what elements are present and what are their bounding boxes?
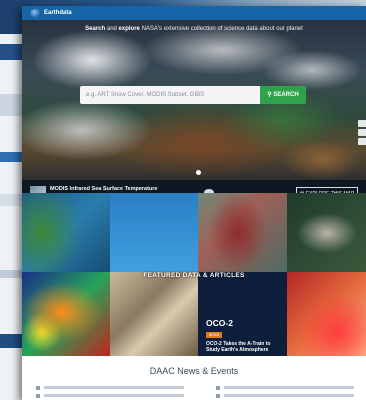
featured-tile-contrails[interactable] bbox=[110, 193, 198, 272]
search-icon: ⚲ bbox=[267, 92, 272, 98]
featured-tile-terrain[interactable] bbox=[198, 193, 287, 272]
news-item-icon bbox=[36, 386, 40, 390]
tagline-bold-search: Search bbox=[85, 26, 106, 32]
hero-map[interactable]: Search and explore NASA's extensive coll… bbox=[22, 20, 366, 206]
search-input[interactable]: e.g. ART Snow Cover, MODIS Subset, GIBS bbox=[80, 86, 260, 104]
background-block bbox=[0, 94, 24, 116]
news-heading: DAAC News & Events bbox=[149, 366, 239, 376]
daac-news-section: DAAC News & Events bbox=[22, 356, 366, 400]
search-button-label: SEARCH bbox=[273, 92, 299, 98]
brand-name[interactable]: Earthdata bbox=[44, 10, 72, 16]
news-item-icon bbox=[216, 394, 220, 398]
background-block bbox=[0, 194, 24, 206]
featured-tile-sea-temperature[interactable] bbox=[22, 272, 110, 356]
site-header: Earthdata bbox=[22, 6, 366, 20]
featured-tile-coast[interactable] bbox=[22, 193, 110, 272]
background-left-column bbox=[0, 34, 24, 400]
carousel-dot[interactable] bbox=[196, 170, 201, 175]
news-item[interactable] bbox=[224, 394, 354, 397]
tagline-rest: NASA's extensive collection of science d… bbox=[141, 26, 303, 32]
background-block bbox=[0, 270, 24, 278]
featured-tile-heat[interactable] bbox=[287, 272, 366, 356]
featured-tile-canyon[interactable] bbox=[110, 272, 198, 356]
news-item[interactable] bbox=[44, 386, 184, 389]
news-item-icon bbox=[36, 394, 40, 398]
oco2-title[interactable]: OCO-2 bbox=[206, 318, 233, 328]
background-block bbox=[0, 152, 24, 162]
hero-tagline: Search and explore NASA's extensive coll… bbox=[22, 26, 366, 32]
news-item-icon bbox=[216, 386, 220, 390]
tagline-and: and bbox=[106, 26, 117, 32]
map-side-tabs bbox=[358, 120, 366, 147]
tagline-bold-explore: explore bbox=[118, 26, 140, 32]
feature-title[interactable]: MODIS Infrared Sea Surface Temperature bbox=[50, 186, 158, 192]
earthdata-homepage: Earthdata Search and explore NASA's exte… bbox=[22, 6, 366, 400]
background-block bbox=[0, 44, 24, 60]
map-tab-3[interactable] bbox=[358, 138, 366, 145]
featured-tile-smoke[interactable] bbox=[287, 193, 366, 272]
news-item[interactable] bbox=[44, 394, 184, 397]
map-tab-2[interactable] bbox=[358, 129, 366, 136]
news-badge: NEWS bbox=[206, 332, 222, 338]
background-block bbox=[0, 334, 24, 348]
news-item[interactable] bbox=[224, 386, 354, 389]
featured-heading: FEATURED DATA & ARTICLES bbox=[143, 272, 245, 279]
search-button[interactable]: ⚲ SEARCH bbox=[260, 86, 306, 104]
nasa-logo-icon[interactable] bbox=[30, 9, 41, 17]
oco2-headline[interactable]: OCO-2 Takes the A-Train to Study Earth's… bbox=[206, 341, 280, 353]
map-tab-1[interactable] bbox=[358, 120, 366, 127]
